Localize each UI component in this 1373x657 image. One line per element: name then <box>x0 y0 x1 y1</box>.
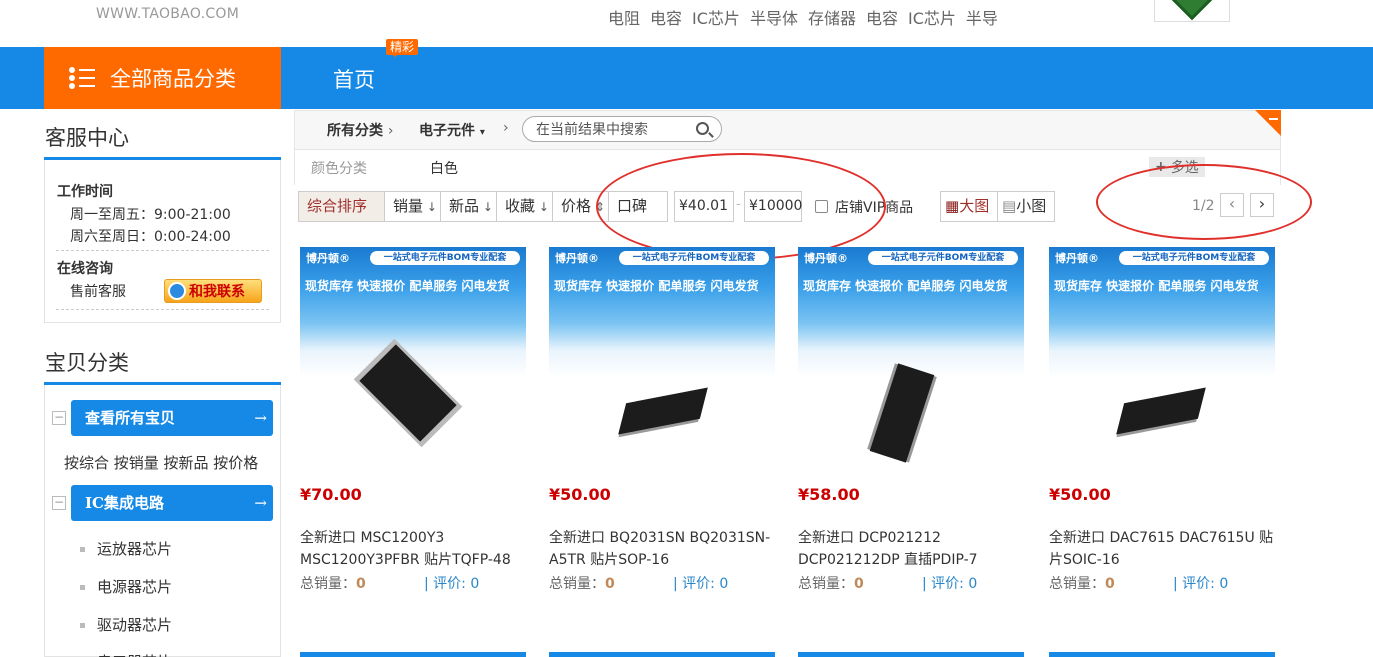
product-stats: 总销量：0 | 评价: 0 <box>1049 573 1275 593</box>
weekend-hours: 周六至周日：0:00-24:00 <box>70 229 231 245</box>
all-categories-label: 全部商品分类 <box>110 67 236 91</box>
product-card-next-row[interactable] <box>798 652 1024 657</box>
sort-favorites-button[interactable]: 收藏 ↓ <box>496 191 553 222</box>
contact-me-label: 和我联系 <box>189 284 245 300</box>
ic-category-label: IC集成电路 <box>85 494 164 512</box>
header-ad-thumbnail[interactable] <box>1154 0 1230 22</box>
contact-me-button[interactable]: 和我联系 <box>164 279 262 303</box>
all-categories-button[interactable]: 全部商品分类 <box>44 47 281 109</box>
product-stats: 总销量：0 | 评价: 0 <box>300 573 526 593</box>
small-image-view-button[interactable]: ▤小图 <box>997 191 1055 222</box>
color-filter-label: 颜色分类 <box>311 161 367 177</box>
subcategory-link[interactable]: 串口器芯片 <box>80 651 172 657</box>
presale-service-label: 售前客服 <box>70 284 126 300</box>
product-card-next-row[interactable] <box>300 652 526 657</box>
arrow-right-icon: → <box>254 494 267 512</box>
subcategory-link[interactable]: 驱动器芯片 <box>80 614 172 635</box>
product-card[interactable]: 博丹顿® 一站式电子元件BOM专业配套 现货库存 快速报价 配单服务 闪电发货 ¥5… <box>798 247 1024 593</box>
view-all-items-button[interactable]: 查看所有宝贝 → <box>71 400 273 436</box>
hot-word-link[interactable]: 半导体 <box>750 5 798 29</box>
grid-small-icon: ▤ <box>1002 197 1017 215</box>
hot-word-link[interactable]: 存储器 <box>808 5 856 29</box>
sort-links[interactable]: 按综合 按销量 按新品 按价格 <box>64 452 258 473</box>
product-card[interactable]: 博丹顿® 一站式电子元件BOM专业配套 现货库存 快速报价 配单服务 闪电发货 ¥5… <box>1049 247 1275 593</box>
hot-words: 电阻 电容 IC芯片 半导体 存储器 电容 IC芯片 半导 <box>608 5 998 29</box>
nav-home-link[interactable]: 首页 <box>333 64 375 94</box>
hot-word-link[interactable]: IC芯片 <box>908 5 956 29</box>
sort-composite-button[interactable]: 综合排序 <box>298 191 385 222</box>
sort-new-button[interactable]: 新品 ↓ <box>440 191 497 222</box>
result-search-input[interactable]: 在当前结果中搜索 <box>522 116 722 142</box>
search-placeholder: 在当前结果中搜索 <box>536 122 648 138</box>
collapse-toggle-icon[interactable]: − <box>52 496 66 510</box>
review-count[interactable]: | 评价: 0 <box>673 573 728 593</box>
sales-count: 0 <box>854 576 864 592</box>
arrow-down-icon: ↓ <box>479 200 493 214</box>
sales-count: 0 <box>605 576 615 592</box>
weekday-hours: 周一至周五：9:00-21:00 <box>70 207 231 223</box>
product-image[interactable]: 博丹顿® 一站式电子元件BOM专业配套 现货库存 快速报价 配单服务 闪电发货 <box>1049 247 1275 472</box>
work-time-label: 工作时间 <box>57 184 113 200</box>
hot-word-link[interactable]: IC芯片 <box>692 5 740 29</box>
breadcrumb-separator-icon: › <box>503 120 509 136</box>
subcategory-link[interactable]: 电源器芯片 <box>80 576 172 597</box>
divider <box>56 309 269 310</box>
customer-service-title: 客服中心 <box>45 126 129 150</box>
annotation-circle-price <box>596 153 886 260</box>
breadcrumb-all[interactable]: 所有分类 › <box>327 120 393 140</box>
collapse-toggle-icon[interactable]: − <box>52 411 66 425</box>
product-card-next-row[interactable] <box>549 652 775 657</box>
menu-list-icon <box>69 67 95 89</box>
home-badge: 精彩 <box>386 39 419 57</box>
ic-category-button[interactable]: IC集成电路 → <box>71 485 273 521</box>
review-count[interactable]: | 评价: 0 <box>922 573 977 593</box>
breadcrumb-category[interactable]: 电子元件 ▾ <box>419 120 485 140</box>
product-title[interactable]: 全新进口 MSC1200Y3 MSC1200Y3PFBR 贴片TQFP-48 <box>300 527 526 571</box>
hot-word-link[interactable]: 电阻 <box>608 5 640 29</box>
taobao-url-logo[interactable]: WWW.TAOBAO.COM <box>96 6 239 22</box>
product-title[interactable]: 全新进口 BQ2031SN BQ2031SN-A5TR 贴片SOP-16 <box>549 527 775 571</box>
product-image[interactable]: 博丹顿® 一站式电子元件BOM专业配套 现货库存 快速报价 配单服务 闪电发货 <box>300 247 526 472</box>
product-price: ¥50.00 <box>549 485 611 504</box>
annotation-circle-pager <box>1096 164 1312 240</box>
online-consult-label: 在线咨询 <box>57 261 113 277</box>
sales-count: 0 <box>1105 576 1115 592</box>
arrow-down-icon: ↓ <box>535 200 549 214</box>
big-image-view-button[interactable]: ▦大图 <box>940 191 998 222</box>
product-stats: 总销量：0 | 评价: 0 <box>798 573 1024 593</box>
wangwang-chat-icon <box>168 282 186 300</box>
product-card[interactable]: 博丹顿® 一站式电子元件BOM专业配套 现货库存 快速报价 配单服务 闪电发货 ¥5… <box>549 247 775 593</box>
product-title[interactable]: 全新进口 DAC7615 DAC7615U 贴片SOIC-16 <box>1049 527 1275 571</box>
product-stats: 总销量：0 | 评价: 0 <box>549 573 775 593</box>
product-card-next-row[interactable] <box>1049 652 1275 657</box>
grid-large-icon: ▦ <box>945 197 960 215</box>
review-count[interactable]: | 评价: 0 <box>1173 573 1228 593</box>
product-price: ¥70.00 <box>300 485 362 504</box>
hot-word-link[interactable]: 半导 <box>966 5 998 29</box>
sort-sales-button[interactable]: 销量 ↓ <box>384 191 441 222</box>
product-card[interactable]: 博丹顿® 一站式电子元件BOM专业配套 现货库存 快速报价 配单服务 闪电发货 ¥7… <box>300 247 526 593</box>
item-category-title: 宝贝分类 <box>45 351 129 375</box>
divider <box>56 250 269 251</box>
arrow-right-icon: → <box>254 409 267 427</box>
product-title[interactable]: 全新进口 DCP021212 DCP021212DP 直插PDIP-7 <box>798 527 1024 571</box>
review-count[interactable]: | 评价: 0 <box>424 573 479 593</box>
hot-word-link[interactable]: 电容 <box>866 5 898 29</box>
product-image[interactable]: 博丹顿® 一站式电子元件BOM专业配套 现货库存 快速报价 配单服务 闪电发货 <box>798 247 1024 472</box>
search-icon[interactable] <box>696 122 709 135</box>
product-price: ¥58.00 <box>798 485 860 504</box>
subcategory-link[interactable]: 运放器芯片 <box>80 538 172 559</box>
hot-word-link[interactable]: 电容 <box>650 5 682 29</box>
product-image[interactable]: 博丹顿® 一站式电子元件BOM专业配套 现货库存 快速报价 配单服务 闪电发货 <box>549 247 775 472</box>
view-all-items-label: 查看所有宝贝 <box>85 409 176 427</box>
color-option-white[interactable]: 白色 <box>430 158 458 178</box>
sales-count: 0 <box>356 576 366 592</box>
arrow-down-icon: ↓ <box>423 200 437 214</box>
product-price: ¥50.00 <box>1049 485 1111 504</box>
